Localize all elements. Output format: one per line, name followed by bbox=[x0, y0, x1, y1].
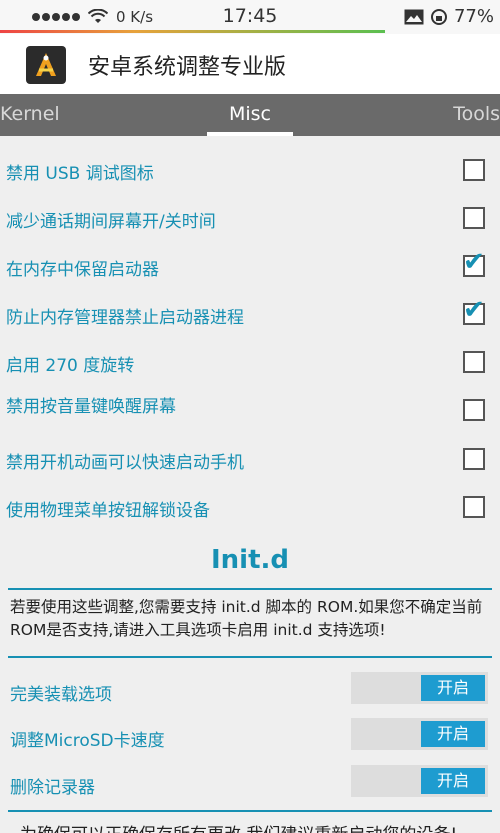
setting-row[interactable]: 减少通话期间屏幕开/关时间 bbox=[0, 194, 500, 242]
status-right: 77% bbox=[404, 6, 494, 27]
setting-checkbox[interactable] bbox=[463, 351, 485, 373]
app-title-bar: 安卓系统调整专业版 bbox=[0, 34, 500, 94]
setting-label: 在内存中保留启动器 bbox=[6, 260, 159, 280]
check-icon: ✔ bbox=[463, 295, 485, 325]
setting-row[interactable]: 禁用 USB 调试图标 bbox=[0, 146, 500, 194]
section-divider bbox=[8, 656, 492, 658]
setting-label: 防止内存管理器禁止启动器进程 bbox=[6, 308, 244, 328]
setting-checkbox[interactable]: ✔ bbox=[463, 297, 485, 325]
setting-checkbox[interactable]: ✔ bbox=[463, 249, 485, 277]
rotation-lock-icon bbox=[430, 8, 447, 25]
switch-row[interactable]: 调整MicroSD卡速度 开启 bbox=[0, 714, 500, 758]
initd-section-title: Init.d bbox=[210, 545, 289, 575]
active-tab-indicator bbox=[207, 132, 293, 136]
restart-notice: 为确保可以正确保存所有更改,我们建议重新启动您的设备! bbox=[20, 820, 457, 833]
loading-progress-bar bbox=[0, 30, 385, 33]
check-icon: ✔ bbox=[463, 247, 485, 277]
app-logo-icon[interactable] bbox=[26, 46, 66, 84]
setting-label: 禁用开机动画可以快速启动手机 bbox=[6, 453, 244, 473]
toggle-switch[interactable]: 开启 bbox=[351, 765, 488, 797]
setting-label: 使用物理菜单按钮解锁设备 bbox=[6, 501, 210, 521]
setting-label: 启用 270 度旋转 bbox=[6, 356, 135, 376]
tab-bar: Kernel Misc Tools bbox=[0, 94, 500, 136]
setting-checkbox[interactable] bbox=[463, 159, 485, 181]
status-bar: 0 K/s 17:45 77% bbox=[0, 0, 500, 34]
switch-label: 删除记录器 bbox=[10, 778, 95, 798]
app-title: 安卓系统调整专业版 bbox=[88, 55, 287, 80]
setting-checkbox[interactable] bbox=[463, 448, 485, 470]
switch-row[interactable]: 完美装载选项 开启 bbox=[0, 668, 500, 712]
setting-checkbox[interactable] bbox=[463, 207, 485, 229]
battery-level: 77% bbox=[453, 6, 494, 27]
tab-tools[interactable]: Tools bbox=[453, 103, 500, 125]
setting-label: 禁用 USB 调试图标 bbox=[6, 164, 154, 184]
switch-label: 调整MicroSD卡速度 bbox=[10, 731, 165, 751]
switch-row[interactable]: 删除记录器 开启 bbox=[0, 761, 500, 805]
section-divider bbox=[8, 810, 492, 812]
switch-label: 完美装载选项 bbox=[10, 685, 112, 705]
setting-row[interactable]: 防止内存管理器禁止启动器进程 ✔ bbox=[0, 290, 500, 338]
setting-row[interactable]: 在内存中保留启动器 ✔ bbox=[0, 242, 500, 290]
setting-row[interactable]: 禁用开机动画可以快速启动手机 bbox=[0, 435, 500, 483]
setting-label: 减少通话期间屏幕开/关时间 bbox=[6, 212, 216, 232]
tab-misc[interactable]: Misc bbox=[0, 103, 500, 125]
setting-row[interactable]: 使用物理菜单按钮解锁设备 bbox=[0, 483, 500, 531]
image-icon bbox=[404, 9, 424, 24]
toggle-switch[interactable]: 开启 bbox=[351, 672, 488, 704]
section-divider bbox=[8, 588, 492, 590]
setting-checkbox[interactable] bbox=[463, 399, 485, 421]
setting-row[interactable]: 禁用按音量键唤醒屏幕 bbox=[0, 379, 500, 427]
toggle-state: 开启 bbox=[421, 768, 485, 794]
initd-description: 若要使用这些调整,您需要支持 init.d 脚本的 ROM.如果您不确定当前RO… bbox=[10, 598, 483, 639]
toggle-state: 开启 bbox=[421, 675, 485, 701]
setting-label: 禁用按音量键唤醒屏幕 bbox=[6, 397, 176, 417]
toggle-state: 开启 bbox=[421, 721, 485, 747]
setting-checkbox[interactable] bbox=[463, 496, 485, 518]
toggle-switch[interactable]: 开启 bbox=[351, 718, 488, 750]
